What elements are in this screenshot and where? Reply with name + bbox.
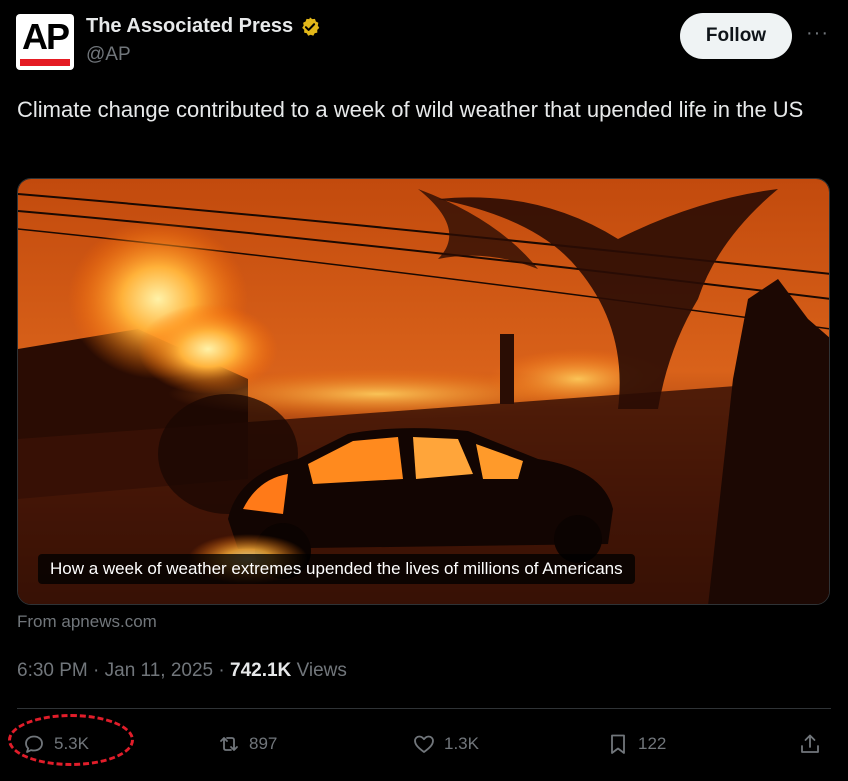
media-caption: How a week of weather extremes upended t…: [38, 554, 635, 584]
wildfire-photo: [18, 179, 829, 604]
like-button[interactable]: 1.3K: [412, 722, 479, 766]
verified-badge-icon: [299, 16, 321, 38]
avatar-logo-text: AP: [21, 16, 70, 57]
views-label: Views: [296, 660, 347, 681]
tweet-meta: 6:30 PM · Jan 11, 2025 · 742.1K Views: [17, 660, 347, 682]
tweet-text: Climate change contributed to a week of …: [17, 97, 804, 122]
follow-button[interactable]: Follow: [680, 13, 792, 59]
actions-divider: [17, 708, 831, 709]
bookmark-button[interactable]: 122: [606, 722, 666, 766]
media-card[interactable]: How a week of weather extremes upended t…: [17, 178, 830, 605]
author-avatar[interactable]: AP: [16, 14, 74, 70]
meta-separator: ·: [213, 660, 230, 681]
bookmark-icon: [611, 734, 625, 754]
avatar-logo-bar: [20, 59, 70, 66]
timestamp[interactable]: 6:30 PM · Jan 11, 2025: [17, 660, 213, 681]
link-source[interactable]: From apnews.com: [17, 612, 157, 632]
author-handle[interactable]: @AP: [86, 44, 131, 66]
views-count: 742.1K: [230, 660, 292, 681]
share-icon: [801, 734, 819, 753]
like-count: 1.3K: [444, 734, 479, 753]
share-button[interactable]: [798, 722, 822, 766]
more-options-icon[interactable]: ···: [806, 22, 829, 45]
repost-button[interactable]: 897: [217, 722, 277, 766]
repost-icon: [220, 737, 238, 751]
reply-highlight-annotation: [8, 714, 134, 766]
bookmark-count: 122: [638, 734, 667, 753]
author-display-name[interactable]: The Associated Press: [86, 15, 293, 38]
author-name-row[interactable]: The Associated Press: [86, 15, 321, 38]
heart-icon: [414, 735, 434, 753]
repost-count: 897: [249, 734, 278, 753]
